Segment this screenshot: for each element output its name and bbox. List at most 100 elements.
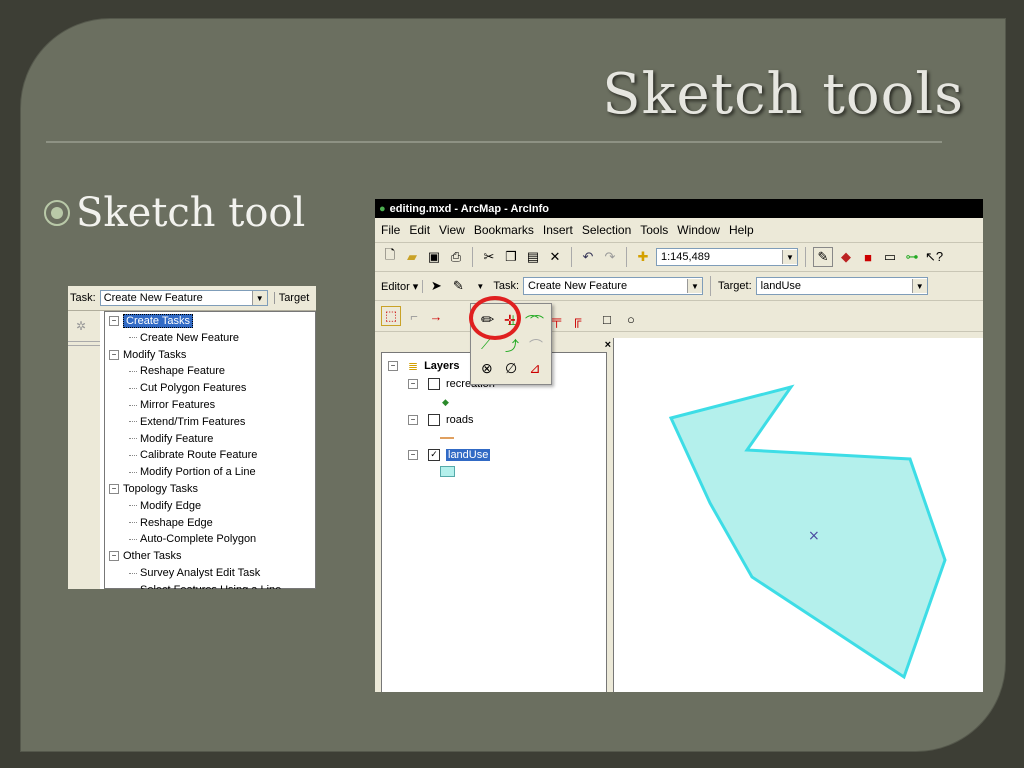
save-icon[interactable]: ▣ <box>425 248 443 266</box>
tree-item[interactable]: Calibrate Route Feature <box>129 447 257 463</box>
menu-selection[interactable]: Selection <box>582 223 631 237</box>
arc-tool-icon[interactable]: ⌐ <box>405 307 423 325</box>
right-angle-tool-icon[interactable]: ⊿ <box>529 360 541 377</box>
editor-toolbar-icon[interactable]: ✎ <box>813 247 833 267</box>
line-symbol-icon <box>440 437 454 439</box>
circle-tool-icon[interactable]: ○ <box>627 312 635 327</box>
pencil-icon[interactable]: ✎ <box>449 277 467 295</box>
whats-this-icon[interactable]: ↖? <box>925 248 943 266</box>
menu-file[interactable]: File <box>381 223 400 237</box>
layers-group[interactable]: − ≣ Layers <box>388 359 460 373</box>
tree-item[interactable]: Reshape Edge <box>129 515 213 531</box>
cut-icon[interactable]: ✂ <box>480 248 498 266</box>
print-icon[interactable]: ⎙ <box>447 248 465 266</box>
menu-edit[interactable]: Edit <box>409 223 430 237</box>
tree-connector <box>129 370 137 372</box>
collapse-icon[interactable]: − <box>408 379 418 389</box>
arctoolbox-icon[interactable]: ◆ <box>837 248 855 266</box>
menu-help[interactable]: Help <box>729 223 754 237</box>
tree-connector <box>129 572 137 574</box>
map-view[interactable]: × <box>613 338 983 692</box>
collapse-icon[interactable]: − <box>109 349 119 360</box>
chevron-down-icon[interactable]: ▼ <box>911 279 927 293</box>
add-data-icon[interactable]: ✚ <box>634 248 652 266</box>
tree-item[interactable]: Modify Feature <box>129 431 214 447</box>
chevron-down-icon[interactable]: ▼ <box>687 279 703 293</box>
editor-toolbar: Editor ▾ ➤ ✎ ▼ Task: Create New Feature … <box>375 272 983 301</box>
chevron-down-icon[interactable]: ▼ <box>251 291 267 305</box>
bezier-tool-icon[interactable]: ⌒ <box>529 336 543 356</box>
menu-view[interactable]: View <box>439 223 465 237</box>
collapse-icon[interactable]: − <box>408 415 418 425</box>
copy-icon[interactable]: ❐ <box>502 248 520 266</box>
model-builder-icon[interactable]: ⊶ <box>903 248 921 266</box>
tree-item[interactable]: Auto-Complete Polygon <box>129 531 256 547</box>
sketch-tool-icon[interactable]: ✲ <box>76 319 86 333</box>
layer-checkbox[interactable] <box>428 378 440 390</box>
redo-icon[interactable]: ↷ <box>601 248 619 266</box>
delete-icon[interactable]: ✕ <box>546 248 564 266</box>
map-scale-input[interactable]: 1:145,489 ▼ <box>656 248 798 266</box>
paste-icon[interactable]: ▤ <box>524 248 542 266</box>
new-document-icon[interactable]: 🗋 <box>381 247 399 266</box>
tree-item[interactable]: Modify Edge <box>129 498 201 514</box>
close-icon[interactable]: × <box>605 339 611 351</box>
tree-connector <box>129 438 137 440</box>
task-tree: − Create Tasks Create New Feature − Modify T… <box>104 311 316 589</box>
layer-roads[interactable]: − roads <box>408 414 474 426</box>
task-select[interactable]: Create New Feature ▼ <box>99 290 268 306</box>
tree-item[interactable]: Reshape Feature <box>129 363 225 379</box>
tree-group[interactable]: − Create Tasks <box>109 313 193 329</box>
standard-toolbar: 🗋 ▰ ▣ ⎙ ✂ ❐ ▤ ✕ ↶ ↷ ✚ 1:145,489 ▼ ✎ ◆ ■ … <box>375 243 983 272</box>
tree-item[interactable]: Modify Portion of a Line <box>129 464 256 480</box>
tree-item[interactable]: Cut Polygon Features <box>129 380 246 396</box>
tree-item-label: Modify Feature <box>140 432 214 445</box>
menu-insert[interactable]: Insert <box>543 223 573 237</box>
tree-group[interactable]: − Topology Tasks <box>109 481 198 497</box>
chevron-down-icon[interactable]: ▼ <box>782 250 797 264</box>
target-select[interactable]: landUse ▼ <box>755 277 928 295</box>
rectangle-tool-icon[interactable]: □ <box>603 312 611 327</box>
editor-menu[interactable]: Editor ▾ <box>381 279 424 293</box>
tree-item[interactable]: Create New Feature <box>129 330 239 346</box>
catalog-icon[interactable]: ■ <box>859 248 877 266</box>
distance-tool-icon[interactable]: → <box>427 307 445 325</box>
menu-tools[interactable]: Tools <box>640 223 668 237</box>
trace-tool-icon[interactable]: ╤ <box>552 312 561 327</box>
task-select-value: Create New Feature <box>103 292 203 304</box>
menu-window[interactable]: Window <box>677 223 720 237</box>
perpendicular-tool-icon[interactable]: ∅ <box>505 360 517 377</box>
open-folder-icon[interactable]: ▰ <box>403 248 421 266</box>
undo-icon[interactable]: ↶ <box>579 248 597 266</box>
sketch-square-icon[interactable]: ⬚ <box>381 306 401 326</box>
collapse-icon[interactable]: − <box>408 450 418 460</box>
map-canvas[interactable]: × <box>614 338 983 692</box>
arc-tool-icon[interactable]: ⌒ <box>530 312 544 332</box>
sketch-cross-icon[interactable]: ✛ <box>504 312 516 329</box>
collapse-icon[interactable]: − <box>388 361 398 371</box>
tree-item[interactable]: Select Features Using a Line <box>140 582 281 589</box>
window-icon[interactable]: ▭ <box>881 248 899 266</box>
tree-item[interactable]: Mirror Features <box>129 397 215 413</box>
tree-connector <box>129 337 137 339</box>
tree-item[interactable]: Extend/Trim Features <box>129 414 245 430</box>
menu-bookmarks[interactable]: Bookmarks <box>474 223 534 237</box>
tree-connector <box>129 471 137 473</box>
layer-landuse[interactable]: − ✓ landUse <box>408 449 491 461</box>
tree-item[interactable]: Survey Analyst Edit Task <box>129 565 260 581</box>
collapse-icon[interactable]: − <box>109 484 119 494</box>
tree-group[interactable]: − Other Tasks <box>109 548 182 564</box>
intersection-tool-icon[interactable]: ⊗ <box>481 360 493 377</box>
collapse-icon[interactable]: − <box>109 316 119 326</box>
edit-tool-icon[interactable]: ➤ <box>427 277 445 295</box>
chevron-down-icon[interactable]: ▼ <box>471 277 489 295</box>
collapse-icon[interactable]: − <box>109 551 119 562</box>
tree-item-label: Topology Tasks <box>123 483 199 495</box>
tree-group[interactable]: − Modify Tasks <box>109 347 186 363</box>
trace-tool-icon[interactable]: ╔ <box>572 312 581 327</box>
layer-checkbox[interactable]: ✓ <box>428 449 440 461</box>
task-select[interactable]: Create New Feature ▼ <box>523 277 704 295</box>
sketch-pencil-icon[interactable]: ✏ <box>481 310 494 330</box>
layer-checkbox[interactable] <box>428 414 440 426</box>
endpoint-arc-icon[interactable]: ⤴ <box>505 336 519 356</box>
